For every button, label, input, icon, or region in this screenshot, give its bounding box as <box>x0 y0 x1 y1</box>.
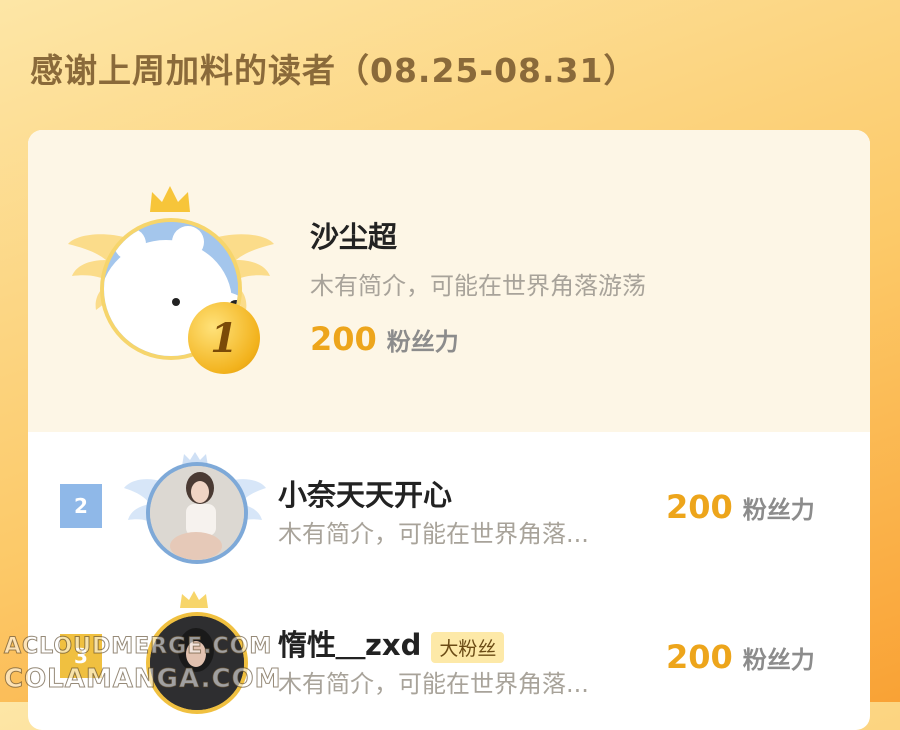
list-item[interactable]: 2 小奈天天开心 木有简介，可能在世界角落... 200 粉丝力 <box>28 432 870 582</box>
watermark-line-1: ACLOUDMERGE.COM <box>3 634 273 660</box>
reader-bio: 木有简介，可能在世界角落... <box>278 670 589 698</box>
user-photo-icon <box>150 616 244 710</box>
reader-name[interactable]: 惰性＿zxd <box>278 628 421 662</box>
fan-power: 200 粉丝力 <box>310 320 459 358</box>
fan-power-value: 200 <box>666 638 733 676</box>
watermark-line-2: COLAMANGA.COM <box>4 664 282 695</box>
avatar[interactable] <box>146 612 248 714</box>
page-title: 感谢上周加料的读者（08.25-08.31） <box>30 51 638 90</box>
crown-icon <box>150 186 190 212</box>
avatar[interactable] <box>146 462 248 564</box>
fan-power-value: 200 <box>310 320 377 358</box>
top-reader-card[interactable]: 1 沙尘超 木有简介，可能在世界角落游荡 200 粉丝力 <box>28 130 870 432</box>
user-photo-icon <box>150 466 244 560</box>
fan-power-unit: 粉丝力 <box>742 646 815 674</box>
reader-bio: 木有简介，可能在世界角落... <box>278 520 589 548</box>
fan-power: 200 粉丝力 <box>666 488 815 526</box>
reader-bio: 木有简介，可能在世界角落游荡 <box>310 272 646 300</box>
fan-level-badge: 大粉丝 <box>431 631 505 663</box>
reader-name-wrap[interactable]: 惰性＿zxd 大粉丝 <box>278 622 505 664</box>
rank-1-medal: 1 <box>188 302 260 374</box>
fan-power: 200 粉丝力 <box>666 638 815 676</box>
reader-name[interactable]: 沙尘超 <box>310 214 397 256</box>
crown-icon <box>180 591 208 608</box>
fan-power-unit: 粉丝力 <box>386 328 459 356</box>
reader-name[interactable]: 小奈天天开心 <box>278 472 452 514</box>
rank-badge: 2 <box>60 484 102 528</box>
fan-power-value: 200 <box>666 488 733 526</box>
fan-power-unit: 粉丝力 <box>742 496 815 524</box>
